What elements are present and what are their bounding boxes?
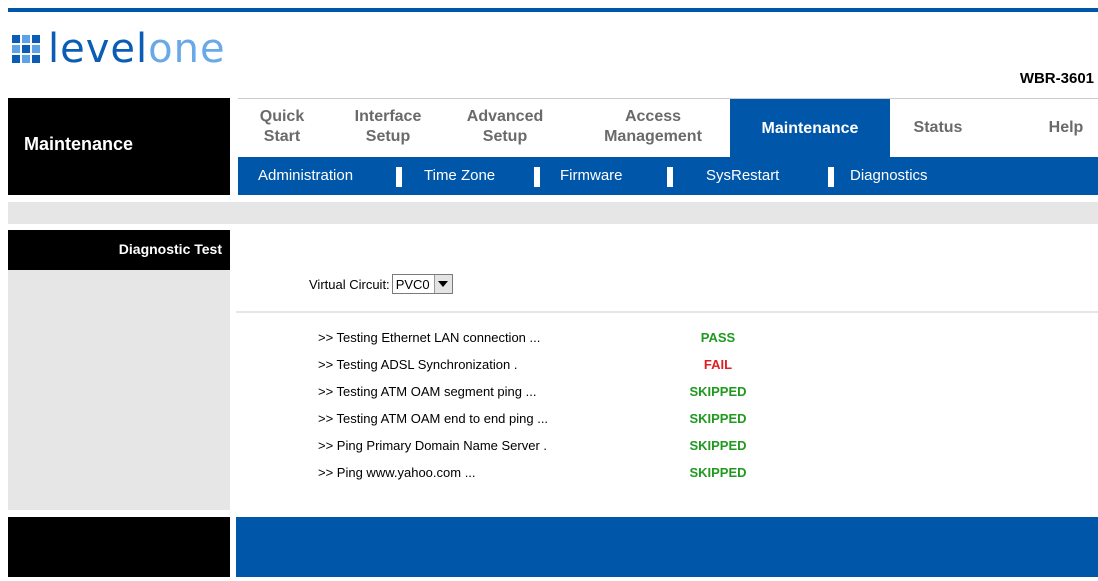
menu-status[interactable]: Status xyxy=(898,118,978,138)
test-label: >> Testing ADSL Synchronization . xyxy=(318,357,518,372)
menu-maintenance[interactable]: Maintenance xyxy=(730,99,890,158)
logo-text: levelone xyxy=(48,26,226,72)
test-label: >> Testing ATM OAM end to end ping ... xyxy=(318,411,549,426)
virtual-circuit-row: Virtual Circuit: PVC0 xyxy=(309,274,453,294)
menu-advanced-setup[interactable]: Advanced Setup xyxy=(460,107,550,147)
virtual-circuit-value: PVC0 xyxy=(395,276,430,292)
submenu-sysrestart[interactable]: SysRestart xyxy=(706,167,779,184)
virtual-circuit-select[interactable]: PVC0 xyxy=(391,274,453,294)
submenu-diagnostics[interactable]: Diagnostics xyxy=(850,167,928,184)
levelone-logo: levelone xyxy=(12,24,226,74)
menu-access-management[interactable]: Access Management xyxy=(592,107,714,147)
test-row: >> Testing Ethernet LAN connection ... P… xyxy=(318,330,838,357)
test-result: FAIL xyxy=(703,357,733,372)
page: levelone WBR-3601 Maintenance Quick Start… xyxy=(0,0,1098,581)
section-header: Maintenance xyxy=(8,98,230,195)
submenu-firmware[interactable]: Firmware xyxy=(560,167,623,184)
test-label: >> Ping Primary Domain Name Server . xyxy=(318,438,548,453)
test-row: >> Ping www.yahoo.com ... SKIPPED xyxy=(318,465,838,492)
top-rule xyxy=(8,8,1098,12)
test-row: >> Testing ATM OAM segment ping ... SKIP… xyxy=(318,384,838,411)
header-band: Maintenance Quick Start Interface Setup Ad… xyxy=(8,98,1098,195)
sidebar-label: Diagnostic Test xyxy=(8,230,230,270)
submenu-separator xyxy=(396,167,402,187)
test-result: PASS xyxy=(700,330,736,345)
diagnostic-results: >> Testing Ethernet LAN connection ... P… xyxy=(318,330,838,492)
content-divider xyxy=(236,311,1098,313)
test-label: >> Ping www.yahoo.com ... xyxy=(318,465,476,480)
chevron-down-icon[interactable] xyxy=(433,275,452,293)
test-result: SKIPPED xyxy=(689,465,747,480)
test-row: >> Testing ATM OAM end to end ping ... S… xyxy=(318,411,838,438)
test-row: >> Testing ADSL Synchronization . FAIL xyxy=(318,357,838,384)
submenu-separator xyxy=(828,167,834,187)
footer-bar xyxy=(236,517,1098,577)
footer-left xyxy=(8,517,230,577)
gray-strip xyxy=(8,202,1098,224)
submenu-time-zone[interactable]: Time Zone xyxy=(424,167,495,184)
main-menu: Quick Start Interface Setup Advanced Setup … xyxy=(238,98,1098,158)
test-result: SKIPPED xyxy=(689,438,747,453)
submenu-separator xyxy=(534,167,540,187)
submenu-separator xyxy=(667,167,673,187)
section-title: Maintenance xyxy=(24,134,134,154)
model-number: WBR-3601 xyxy=(1019,70,1094,87)
sub-menu: Administration Time Zone Firmware SysRes… xyxy=(238,157,1098,195)
logo-mark-icon xyxy=(12,35,40,63)
menu-quick-start[interactable]: Quick Start xyxy=(252,107,312,147)
test-label: >> Testing ATM OAM segment ping ... xyxy=(318,384,537,399)
submenu-administration[interactable]: Administration xyxy=(258,167,353,184)
test-result: SKIPPED xyxy=(689,411,747,426)
sidebar: Diagnostic Test xyxy=(8,230,230,510)
virtual-circuit-label: Virtual Circuit: xyxy=(309,276,390,292)
menu-interface-setup[interactable]: Interface Setup xyxy=(344,107,432,147)
menu-help[interactable]: Help xyxy=(1038,118,1094,138)
test-label: >> Testing Ethernet LAN connection ... xyxy=(318,330,541,345)
test-row: >> Ping Primary Domain Name Server . SKI… xyxy=(318,438,838,465)
test-result: SKIPPED xyxy=(689,384,747,399)
